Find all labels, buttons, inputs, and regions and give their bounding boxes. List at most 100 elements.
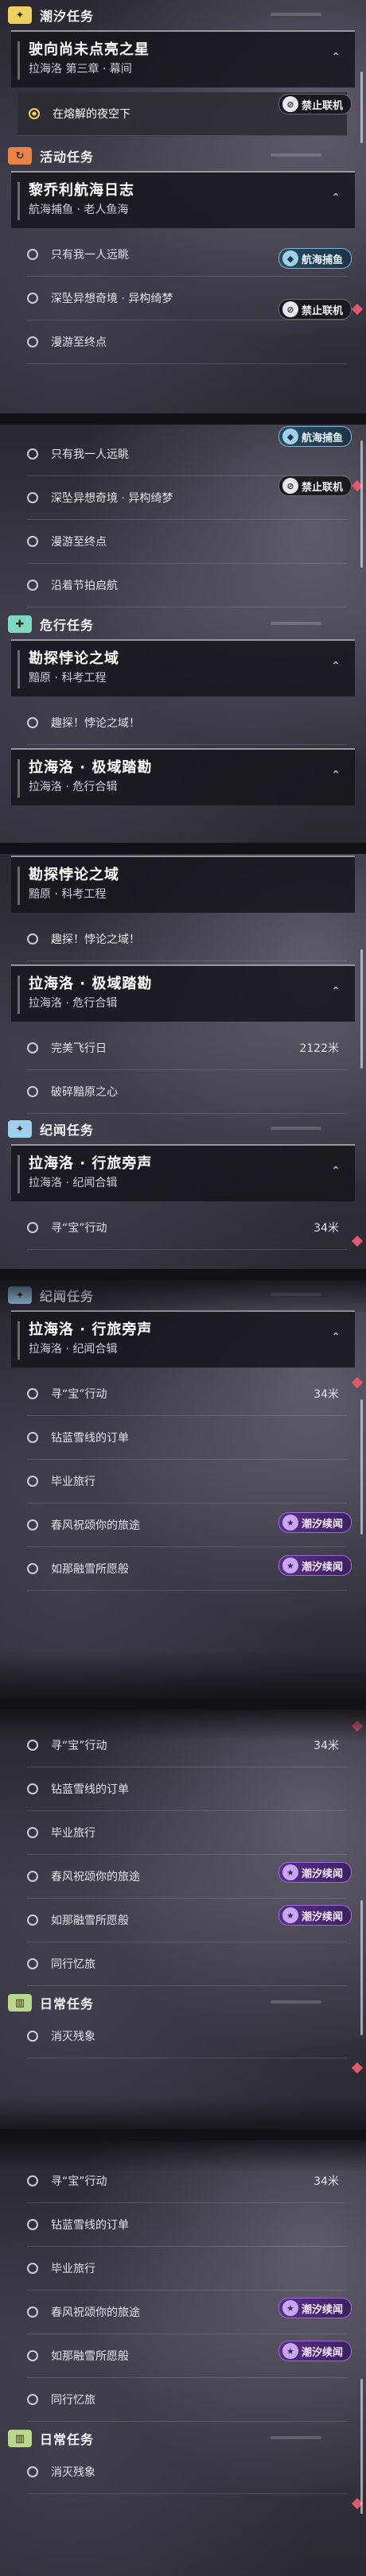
scrollbar[interactable]: [360, 1399, 363, 1534]
chevron-up-icon[interactable]: ⌃: [331, 660, 341, 673]
task-item[interactable]: 沿着节拍启航: [27, 564, 347, 607]
task-label: 春风祝颂你的旅途: [51, 1871, 140, 1884]
task-circle-icon: [27, 1388, 38, 1399]
quest-title: 拉海洛 · 行旅旁声: [29, 1321, 153, 1338]
quest-card-extreme[interactable]: 拉海洛 · 极域踏勘 拉海洛 · 危行合辑 ⌃: [11, 964, 355, 1022]
section-title: 日常任务: [40, 2432, 95, 2447]
task-label: 毕业旅行: [51, 1827, 95, 1840]
screen-panel-4: ✦ 纪闻任务 拉海洛 · 行旅旁声 拉海洛 · 纪闻合辑 ⌃ 寻“宝”行动 34…: [0, 1280, 366, 1698]
task-circle-icon: [27, 2031, 38, 2042]
distance-label: 34米: [313, 1222, 339, 1235]
distance-label: 2122米: [299, 1042, 339, 1055]
chevron-up-icon[interactable]: ⌃: [331, 1165, 341, 1177]
person-slash-icon: ⊘: [282, 96, 298, 112]
task-item[interactable]: 如那融雪所愿般: [27, 2334, 347, 2378]
chevron-up-icon[interactable]: ⌃: [331, 192, 341, 204]
task-item[interactable]: 破碎黯原之心: [27, 1070, 347, 1114]
task-item[interactable]: 如那融雪所愿般: [27, 1547, 347, 1591]
task-item[interactable]: 只有我一人远眺: [27, 233, 347, 277]
task-circle-icon: [27, 1042, 38, 1053]
scrollbar[interactable]: [360, 949, 363, 1069]
quest-subtitle: 黯原 · 科考工程: [29, 888, 107, 901]
task-item[interactable]: 钻蓝雪线的订单: [27, 1767, 347, 1811]
quest-card-travel[interactable]: 拉海洛 · 行旅旁声 拉海洛 · 纪闻合辑 ⌃: [11, 1310, 355, 1368]
section-header-daily[interactable]: ▥ 日常任务: [0, 2427, 353, 2450]
task-item[interactable]: 漫游至终点: [27, 320, 347, 364]
screen-panel-5: 寻“宝”行动 34米 钻蓝雪线的订单 毕业旅行 ★ 潮汐续闻 春风祝颂你的旅途 …: [0, 1709, 366, 2129]
task-label: 同行忆旅: [51, 2394, 95, 2407]
section-header-daily[interactable]: ▥ 日常任务: [0, 1991, 353, 2015]
task-item[interactable]: 寻“宝”行动 34米: [27, 1372, 347, 1416]
task-item[interactable]: 趣探！悖论之域！: [27, 701, 347, 745]
chevron-up-icon[interactable]: ⌃: [331, 51, 341, 64]
task-item[interactable]: 同行忆旅: [27, 1942, 347, 1986]
quest-subtitle: 拉海洛 · 危行合辑: [29, 997, 118, 1010]
task-item[interactable]: 毕业旅行: [27, 1811, 347, 1855]
task-label: 完美飞行日: [51, 1042, 107, 1055]
task-label: 毕业旅行: [51, 2263, 95, 2275]
quest-card-travel[interactable]: 拉海洛 · 行旅旁声 拉海洛 · 纪闻合辑 ⌃: [11, 1144, 355, 1201]
task-label: 毕业旅行: [51, 1476, 95, 1488]
task-circle-icon: [27, 580, 38, 591]
task-item[interactable]: 春风祝颂你的旅途: [27, 1855, 347, 1899]
task-item[interactable]: 消灭残象: [27, 2450, 347, 2494]
refresh-icon: ↻: [8, 147, 32, 165]
task-circle-icon: [27, 492, 38, 503]
scrollbar[interactable]: [360, 2379, 363, 2514]
task-item[interactable]: 消灭残象: [27, 2015, 347, 2058]
task-label: 如那融雪所愿般: [51, 1915, 129, 1927]
task-label: 春风祝颂你的旅途: [51, 2306, 140, 2319]
quest-card-extreme[interactable]: 拉海洛 · 极域踏勘 拉海洛 · 危行合辑 ⌃: [11, 748, 355, 805]
screen-panel-2: ◆ 航海捕鱼 只有我一人远眺 深坠异想奇境 · 异构绮梦 ⊘ 禁止联机 漫游至终…: [0, 425, 366, 843]
quest-title: 拉海洛 · 极域踏勘: [29, 759, 153, 776]
quest-subtitle: 拉海洛 · 危行合辑: [29, 781, 118, 793]
quest-card-navigation[interactable]: 黎乔利航海日志 航海捕鱼 · 老人鱼海 ⌃: [11, 171, 355, 228]
scrollbar[interactable]: [360, 440, 363, 568]
alert-diamond-icon: [351, 2062, 364, 2074]
task-item[interactable]: 如那融雪所愿般: [27, 1899, 347, 1942]
task-item[interactable]: 毕业旅行: [27, 1460, 347, 1503]
quest-subtitle: 航海捕鱼 · 老人鱼海: [29, 204, 129, 216]
scroll-fade-band: [0, 1280, 366, 1315]
chevron-up-icon[interactable]: ⌃: [331, 769, 341, 782]
task-label: 寻“宝”行动: [51, 1388, 107, 1401]
task-label: 钻蓝雪线的订单: [51, 1783, 129, 1796]
task-circle-icon: [27, 1915, 38, 1926]
task-circle-icon: [27, 1958, 38, 1969]
task-item[interactable]: 完美飞行日 2122米: [27, 1026, 347, 1070]
task-item[interactable]: 漫游至终点: [27, 520, 347, 564]
scrollbar[interactable]: [360, 72, 363, 143]
distance-label: 34米: [313, 2175, 339, 2188]
task-item[interactable]: 寻“宝”行动 34米: [27, 1206, 347, 1250]
chevron-up-icon[interactable]: ⌃: [331, 1331, 341, 1344]
scrollbar[interactable]: [360, 1900, 363, 2035]
section-header-wenji[interactable]: ✦ 纪闻任务: [0, 1117, 353, 1141]
task-item[interactable]: 钻蓝雪线的订单: [27, 2203, 347, 2247]
section-header-chaoxi[interactable]: ✦ 潮汐任务: [0, 3, 353, 27]
quest-card-main[interactable]: 驶向尚未点亮之星 拉海洛 第三章 · 幕间 ⌃: [11, 30, 355, 87]
quest-subtitle: 拉海洛 · 纪闻合辑: [29, 1177, 118, 1189]
section-header-event[interactable]: ↻ 活动任务: [0, 144, 353, 168]
section-tag: [271, 2000, 321, 2004]
no-coop-badge: ⊘ 禁止联机: [278, 299, 352, 320]
task-item[interactable]: 趣探！悖论之域！: [27, 918, 347, 961]
sparkle-icon: ✦: [8, 6, 32, 24]
task-item[interactable]: 春风祝颂你的旅途: [27, 2291, 347, 2334]
tracking-dot-icon: [29, 108, 40, 119]
task-circle-icon: [27, 2219, 38, 2230]
task-item[interactable]: 钻蓝雪线的订单: [27, 1416, 347, 1460]
task-item[interactable]: 春风祝颂你的旅途: [27, 1503, 347, 1547]
quest-subtitle: 拉海洛 第三章 · 幕间: [29, 63, 132, 76]
person-slash-icon: ⊘: [282, 478, 298, 494]
task-item[interactable]: 只有我一人远眺: [27, 433, 347, 476]
task-item[interactable]: 毕业旅行: [27, 2247, 347, 2291]
screen-panel-6: 寻“宝”行动 34米 钻蓝雪线的订单 毕业旅行 ★ 潮汐续闻 春风祝颂你的旅途 …: [0, 2140, 366, 2576]
task-label: 消灭残象: [51, 2466, 95, 2479]
section-header-danger[interactable]: ✚ 危行任务: [0, 612, 353, 636]
quest-card-explore[interactable]: 勘探悖论之域 黯原 · 科考工程 ⌃: [11, 639, 355, 696]
quest-title: 拉海洛 · 极域踏勘: [29, 976, 153, 992]
chevron-up-icon[interactable]: ⌃: [331, 985, 341, 998]
quest-card-explore[interactable]: 勘探悖论之域 黯原 · 科考工程: [11, 855, 355, 913]
task-item[interactable]: 同行忆旅: [27, 2378, 347, 2422]
calendar-icon: ▥: [8, 2430, 32, 2447]
